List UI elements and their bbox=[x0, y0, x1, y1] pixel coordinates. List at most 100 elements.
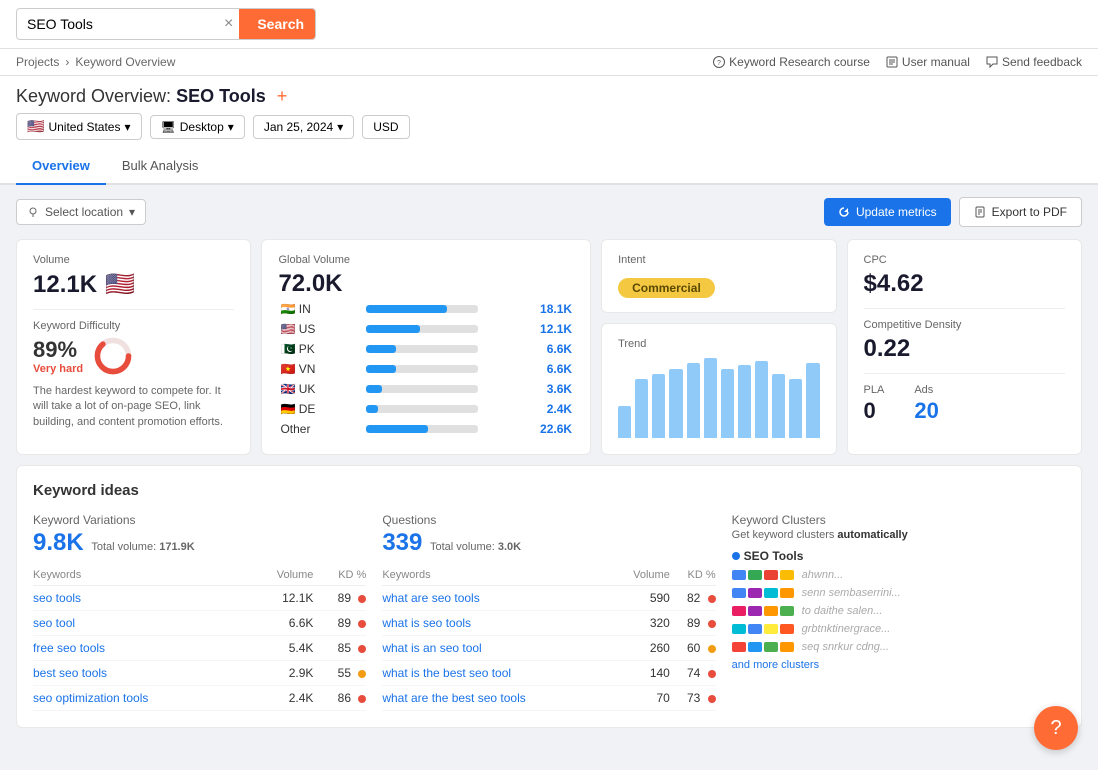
breadcrumb-current: Keyword Overview bbox=[75, 55, 175, 69]
kd-dot bbox=[708, 695, 716, 703]
keyword-link[interactable]: what is seo tools bbox=[382, 616, 471, 630]
keyword-link[interactable]: seo tool bbox=[33, 616, 75, 630]
color-bar bbox=[764, 570, 778, 580]
update-metrics-button[interactable]: Update metrics bbox=[824, 198, 951, 226]
color-bar bbox=[732, 624, 746, 634]
cpc-label: CPC bbox=[864, 254, 1065, 266]
table-row: what are the best seo tools 70 73 bbox=[382, 686, 715, 711]
kd-dot bbox=[358, 595, 366, 603]
color-bar bbox=[748, 624, 762, 634]
table-row: what are seo tools 590 82 bbox=[382, 586, 715, 611]
cluster-color-bars bbox=[732, 588, 794, 598]
nav-feedback-link[interactable]: Send feedback bbox=[986, 55, 1082, 69]
search-button[interactable]: Search bbox=[239, 9, 316, 39]
tab-bulk-analysis[interactable]: Bulk Analysis bbox=[106, 148, 215, 185]
cluster-color-bars bbox=[732, 624, 794, 634]
keyword-ideas-title: Keyword ideas bbox=[33, 482, 1065, 499]
variations-title: Keyword Variations bbox=[33, 513, 366, 527]
questions-col-keywords: Keywords bbox=[382, 565, 611, 586]
add-keyword-icon[interactable]: + bbox=[277, 86, 288, 106]
table-row: Other 22.6K bbox=[280, 420, 572, 438]
table-row: seo optimization tools 2.4K 86 bbox=[33, 686, 366, 711]
keyword-link[interactable]: what is the best seo tool bbox=[382, 666, 511, 680]
cluster-color-bars bbox=[732, 570, 794, 580]
table-row: 🇻🇳 VN 6.6K bbox=[280, 360, 572, 378]
kd-description: The hardest keyword to compete for. It w… bbox=[33, 384, 234, 430]
toolbar-row: Select location ▾ Update metrics Export … bbox=[16, 197, 1082, 227]
breadcrumb-projects[interactable]: Projects bbox=[16, 55, 59, 69]
color-bar bbox=[748, 606, 762, 616]
questions-col-kd: KD % bbox=[670, 565, 716, 586]
cluster-name: seq snrkur cdng... bbox=[802, 641, 889, 653]
pla-ads-row: PLA 0 Ads 20 bbox=[864, 384, 1065, 424]
nav-course-link[interactable]: ? Keyword Research course bbox=[713, 55, 870, 69]
questions-col-volume: Volume bbox=[611, 565, 670, 586]
more-clusters-link[interactable]: and more clusters bbox=[732, 659, 1065, 671]
intent-badge: Commercial bbox=[618, 278, 715, 298]
tab-overview[interactable]: Overview bbox=[16, 148, 106, 185]
global-volume-label: Global Volume bbox=[278, 254, 574, 266]
trend-bar bbox=[721, 369, 734, 438]
color-bar bbox=[764, 624, 778, 634]
list-item: seq snrkur cdng... bbox=[732, 641, 1065, 653]
volume-value: 12.1K 🇺🇸 bbox=[33, 270, 234, 299]
table-row: seo tools 12.1K 89 bbox=[33, 586, 366, 611]
keyword-link[interactable]: seo optimization tools bbox=[33, 691, 148, 705]
color-bar bbox=[764, 606, 778, 616]
kd-dot bbox=[358, 645, 366, 653]
cluster-name: grbtnktinergrace... bbox=[802, 623, 891, 635]
color-bar bbox=[780, 642, 794, 652]
ads-label: Ads bbox=[914, 384, 938, 396]
search-input[interactable] bbox=[17, 10, 218, 38]
questions-title: Questions bbox=[382, 513, 715, 527]
breadcrumb: Projects › Keyword Overview bbox=[16, 55, 175, 69]
keyword-link[interactable]: what are the best seo tools bbox=[382, 691, 525, 705]
date-filter[interactable]: Jan 25, 2024 ▾ bbox=[253, 115, 354, 139]
nav-manual-link[interactable]: User manual bbox=[886, 55, 970, 69]
keyword-link[interactable]: seo tools bbox=[33, 591, 81, 605]
color-bar bbox=[780, 624, 794, 634]
us-flag: 🇺🇸 bbox=[105, 270, 135, 299]
ads-value: 20 bbox=[914, 398, 938, 424]
kd-dot bbox=[708, 645, 716, 653]
color-bar bbox=[780, 606, 794, 616]
export-pdf-button[interactable]: Export to PDF bbox=[959, 197, 1082, 227]
search-box: × Search bbox=[16, 8, 316, 40]
cpc-value: $4.62 bbox=[864, 270, 1065, 298]
variations-total: Total volume: 171.9K bbox=[91, 541, 194, 553]
cluster-name: ahwnn... bbox=[802, 569, 844, 581]
device-filter[interactable]: 🖥 Desktop ▾ bbox=[150, 115, 245, 139]
chevron-down-icon: ▾ bbox=[129, 205, 135, 219]
kd-dot bbox=[358, 695, 366, 703]
table-row: 🇬🇧 UK 3.6K bbox=[280, 380, 572, 398]
kd-dot bbox=[358, 670, 366, 678]
trend-bar bbox=[687, 363, 700, 438]
color-bar bbox=[748, 642, 762, 652]
location-select[interactable]: Select location ▾ bbox=[16, 199, 146, 225]
variations-col-keywords: Keywords bbox=[33, 565, 246, 586]
keyword-link[interactable]: best seo tools bbox=[33, 666, 107, 680]
table-row: seo tool 6.6K 89 bbox=[33, 611, 366, 636]
kd-dot bbox=[708, 595, 716, 603]
keyword-link[interactable]: what are seo tools bbox=[382, 591, 479, 605]
search-clear-button[interactable]: × bbox=[218, 15, 239, 33]
currency-filter[interactable]: USD bbox=[362, 115, 409, 139]
trend-bar bbox=[669, 369, 682, 438]
list-item: ahwnn... bbox=[732, 569, 1065, 581]
help-button[interactable]: ? bbox=[1034, 706, 1078, 750]
keyword-link[interactable]: free seo tools bbox=[33, 641, 105, 655]
table-row: what is the best seo tool 140 74 bbox=[382, 661, 715, 686]
global-volume-table: 🇮🇳 IN 18.1K 🇺🇸 US 12.1K 🇵🇰 PK 6.6K 🇻🇳 VN… bbox=[278, 298, 574, 440]
global-volume-value: 72.0K bbox=[278, 270, 574, 298]
title-row: Keyword Overview: SEO Tools + 🇺🇸 United … bbox=[0, 76, 1098, 148]
comp-density-label: Competitive Density bbox=[864, 319, 1065, 331]
keyword-link[interactable]: what is an seo tool bbox=[382, 641, 481, 655]
trend-bar bbox=[652, 374, 665, 438]
questions-total: Total volume: 3.0K bbox=[430, 541, 521, 553]
list-item: senn sembaserrini... bbox=[732, 587, 1065, 599]
volume-label: Volume bbox=[33, 254, 234, 266]
header-nav: Projects › Keyword Overview ? Keyword Re… bbox=[0, 49, 1098, 76]
country-filter[interactable]: 🇺🇸 United States ▾ bbox=[16, 113, 142, 140]
trend-label: Trend bbox=[618, 338, 819, 350]
table-row: 🇮🇳 IN 18.1K bbox=[280, 300, 572, 318]
